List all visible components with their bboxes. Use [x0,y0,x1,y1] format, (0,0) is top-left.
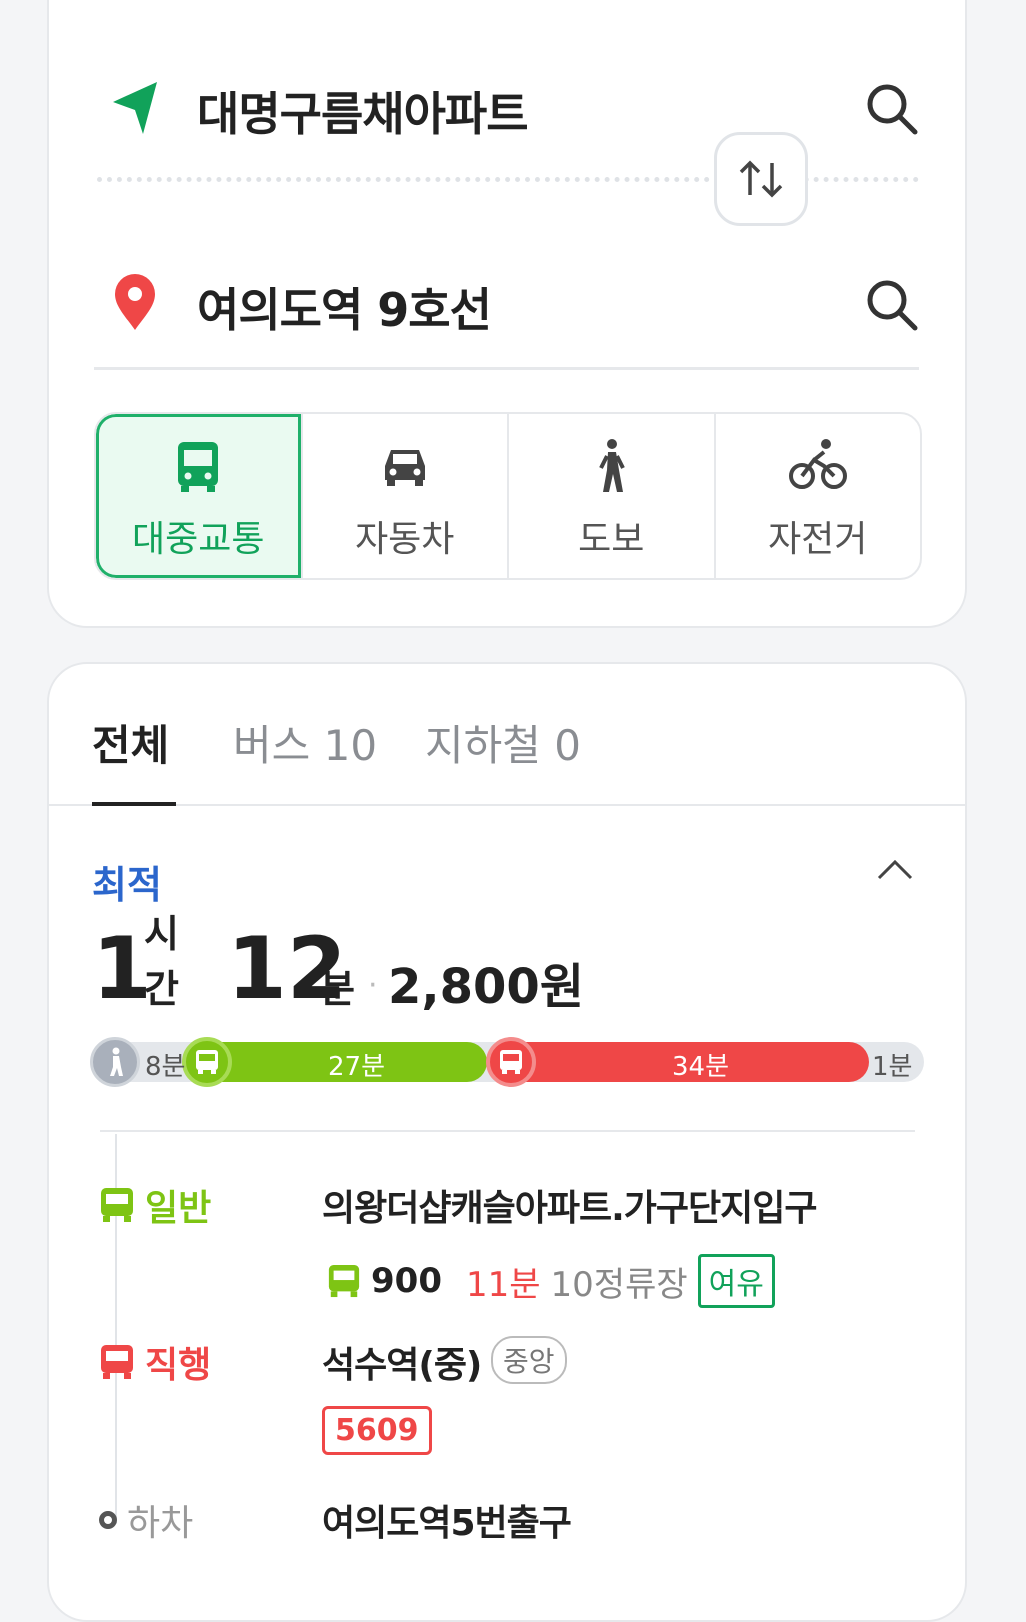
bus-icon [328,1264,360,1298]
step-type-label: 일반 [145,1188,212,1229]
mode-walk[interactable]: 도보 [507,414,714,578]
duration-hours: 1 [92,919,152,1019]
location-pin-icon [115,274,155,330]
bus-number-badge[interactable]: 5609 [322,1406,432,1455]
bus-icon [178,442,219,492]
route-timeline-bar: 8분 27분 34분 1분 [90,1037,924,1087]
step-type-alight: 하차 [99,1494,193,1546]
route-filter-tabs: 전체 버스 10 지하철 0 [49,704,965,806]
stop-tag-badge: 중앙 [491,1336,567,1384]
walk-icon [599,439,626,492]
divider [94,367,919,370]
mode-label: 도보 [578,519,645,560]
step-type-general: 일반 [99,1179,211,1231]
divider [100,1130,915,1132]
search-icon[interactable] [865,82,919,136]
step-type-express: 직행 [99,1336,211,1388]
transport-mode-selector: 대중교통 자동차 도보 자전거 [94,412,922,580]
step-type-label: 직행 [145,1345,212,1386]
origin-text[interactable]: 대명구름채아파트 [197,78,529,144]
fare: 2,800원 [388,959,584,1015]
route-results-card: 전체 버스 10 지하철 0 최적 1 시간 12 분 · 2,800원 8분 … [47,662,967,1622]
search-icon[interactable] [865,278,919,332]
stop-count: 10정류장 [550,1264,688,1305]
mode-label: 대중교통 [132,519,265,560]
duration-hours-unit: 시간 [144,912,179,1011]
bus-icon [182,1037,232,1087]
mode-label: 자동차 [355,519,455,560]
car-icon [384,450,425,486]
bus-duration-label: 27분 [328,1052,386,1082]
tab-subway[interactable]: 지하철 0 [425,712,581,773]
swap-button[interactable] [714,132,808,226]
origin-row[interactable]: 대명구름채아파트 [49,62,965,152]
swap-arrows-icon [739,160,783,198]
bus-icon [101,1345,133,1379]
bus-icon [101,1188,133,1222]
route-search-card: 대명구름채아파트 여의도역 9호선 대중교통 자동차 도보 자전거 [47,0,967,628]
step-type-label: 하차 [127,1503,194,1544]
walk-duration-label: 8분 [145,1052,186,1082]
stop-name[interactable]: 의왕더샵캐슬아파트.가구단지입구 [322,1179,817,1231]
chevron-up-icon[interactable] [875,854,915,884]
tab-all[interactable]: 전체 [92,712,169,773]
separator-dot: · [368,968,378,1003]
navigation-arrow-icon [113,82,157,134]
walk-duration-label: 1분 [872,1052,913,1082]
bus-number: 900 [371,1261,442,1301]
mode-label: 자전거 [768,519,868,560]
arrival-time: 11분 [465,1264,541,1305]
mode-car[interactable]: 자동차 [300,414,508,578]
destination-row[interactable]: 여의도역 9호선 [49,258,965,348]
destination-text[interactable]: 여의도역 9호선 [197,274,492,340]
mode-transit[interactable]: 대중교통 [96,414,301,578]
best-route-label: 최적 [92,863,162,907]
tab-bus[interactable]: 버스 10 [233,712,377,773]
walk-icon [90,1037,140,1087]
mode-bicycle[interactable]: 자전거 [713,414,921,578]
bus-duration-label: 34분 [672,1052,730,1082]
alight-ring-icon [99,1511,117,1529]
stop-name[interactable]: 여의도역5번출구 [322,1494,572,1546]
tab-active-indicator [92,802,176,806]
bus-info[interactable]: 900 11분 10정류장 여유 [327,1254,775,1308]
bus-icon [486,1037,536,1087]
stop-name[interactable]: 석수역(중) [322,1336,482,1388]
duration-minutes-unit: 분 [320,967,355,1011]
bicycle-icon [788,439,847,489]
crowd-badge: 여유 [697,1254,775,1308]
